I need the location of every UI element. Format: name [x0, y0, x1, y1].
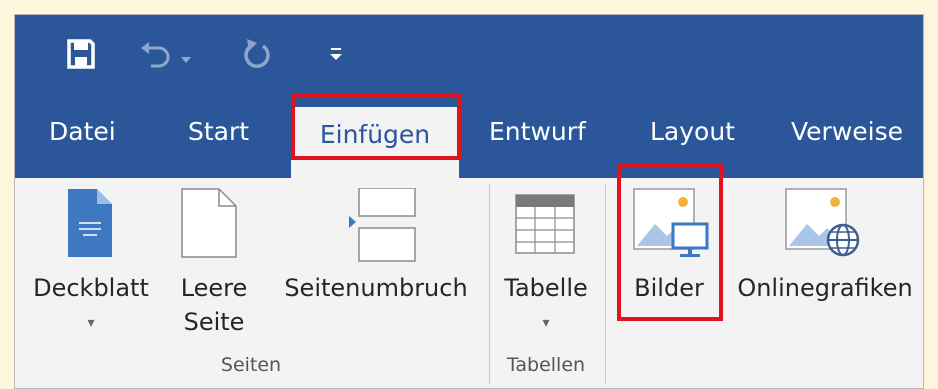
online-pictures-label: Onlinegrafiken [737, 274, 913, 302]
tab-verweise[interactable]: Verweise [791, 97, 903, 178]
tab-layout[interactable]: Layout [650, 97, 735, 178]
page-break-label: Seitenumbruch [284, 274, 468, 302]
customize-qat-icon[interactable] [329, 46, 343, 62]
redo-icon[interactable] [241, 37, 275, 71]
cover-page-dropdown-icon: ▾ [87, 315, 95, 331]
tab-start[interactable]: Start [188, 97, 249, 178]
blank-page-label: Leere Seite [180, 274, 248, 336]
group-separator [489, 184, 490, 384]
tab-datei[interactable]: Datei [49, 97, 116, 178]
cover-page-label: Deckblatt [33, 274, 149, 302]
undo-dropdown-icon[interactable] [180, 50, 192, 63]
table-dropdown-icon: ▾ [542, 315, 550, 331]
page-break-icon [345, 187, 417, 266]
online-pictures-button[interactable]: Onlinegrafiken [725, 178, 923, 358]
save-icon[interactable] [66, 38, 96, 70]
table-label: Tabelle [504, 274, 588, 302]
pictures-label: Bilder [634, 274, 704, 302]
cover-page-icon [67, 188, 113, 262]
group-label-seiten: Seiten [220, 354, 282, 376]
pictures-button[interactable]: Bilder [615, 178, 723, 358]
online-pictures-icon [785, 188, 863, 266]
group-label-tabellen: Tabellen [506, 354, 586, 376]
word-ribbon-window: Datei Start Einfügen Entwurf Layout Verw… [14, 14, 924, 389]
tab-entwurf[interactable]: Entwurf [489, 97, 586, 178]
table-button[interactable]: Tabelle ▾ [491, 178, 601, 358]
blank-page-icon [181, 188, 237, 262]
cover-page-button[interactable]: Deckblatt ▾ [15, 178, 167, 358]
quick-access-toolbar [15, 15, 923, 97]
ribbon-panel: Deckblatt ▾ Leere Seite Seitenumbruch Se… [15, 178, 923, 388]
group-separator [605, 184, 606, 384]
tab-einfuegen[interactable]: Einfügen [291, 107, 459, 178]
pictures-icon [633, 188, 709, 266]
page-break-button[interactable]: Seitenumbruch [265, 178, 487, 358]
blank-page-button[interactable]: Leere Seite [167, 178, 261, 358]
undo-icon[interactable] [139, 40, 175, 70]
ribbon-tabs: Datei Start Einfügen Entwurf Layout Verw… [15, 97, 923, 178]
table-icon [515, 194, 575, 258]
title-bar: Datei Start Einfügen Entwurf Layout Verw… [15, 15, 923, 178]
